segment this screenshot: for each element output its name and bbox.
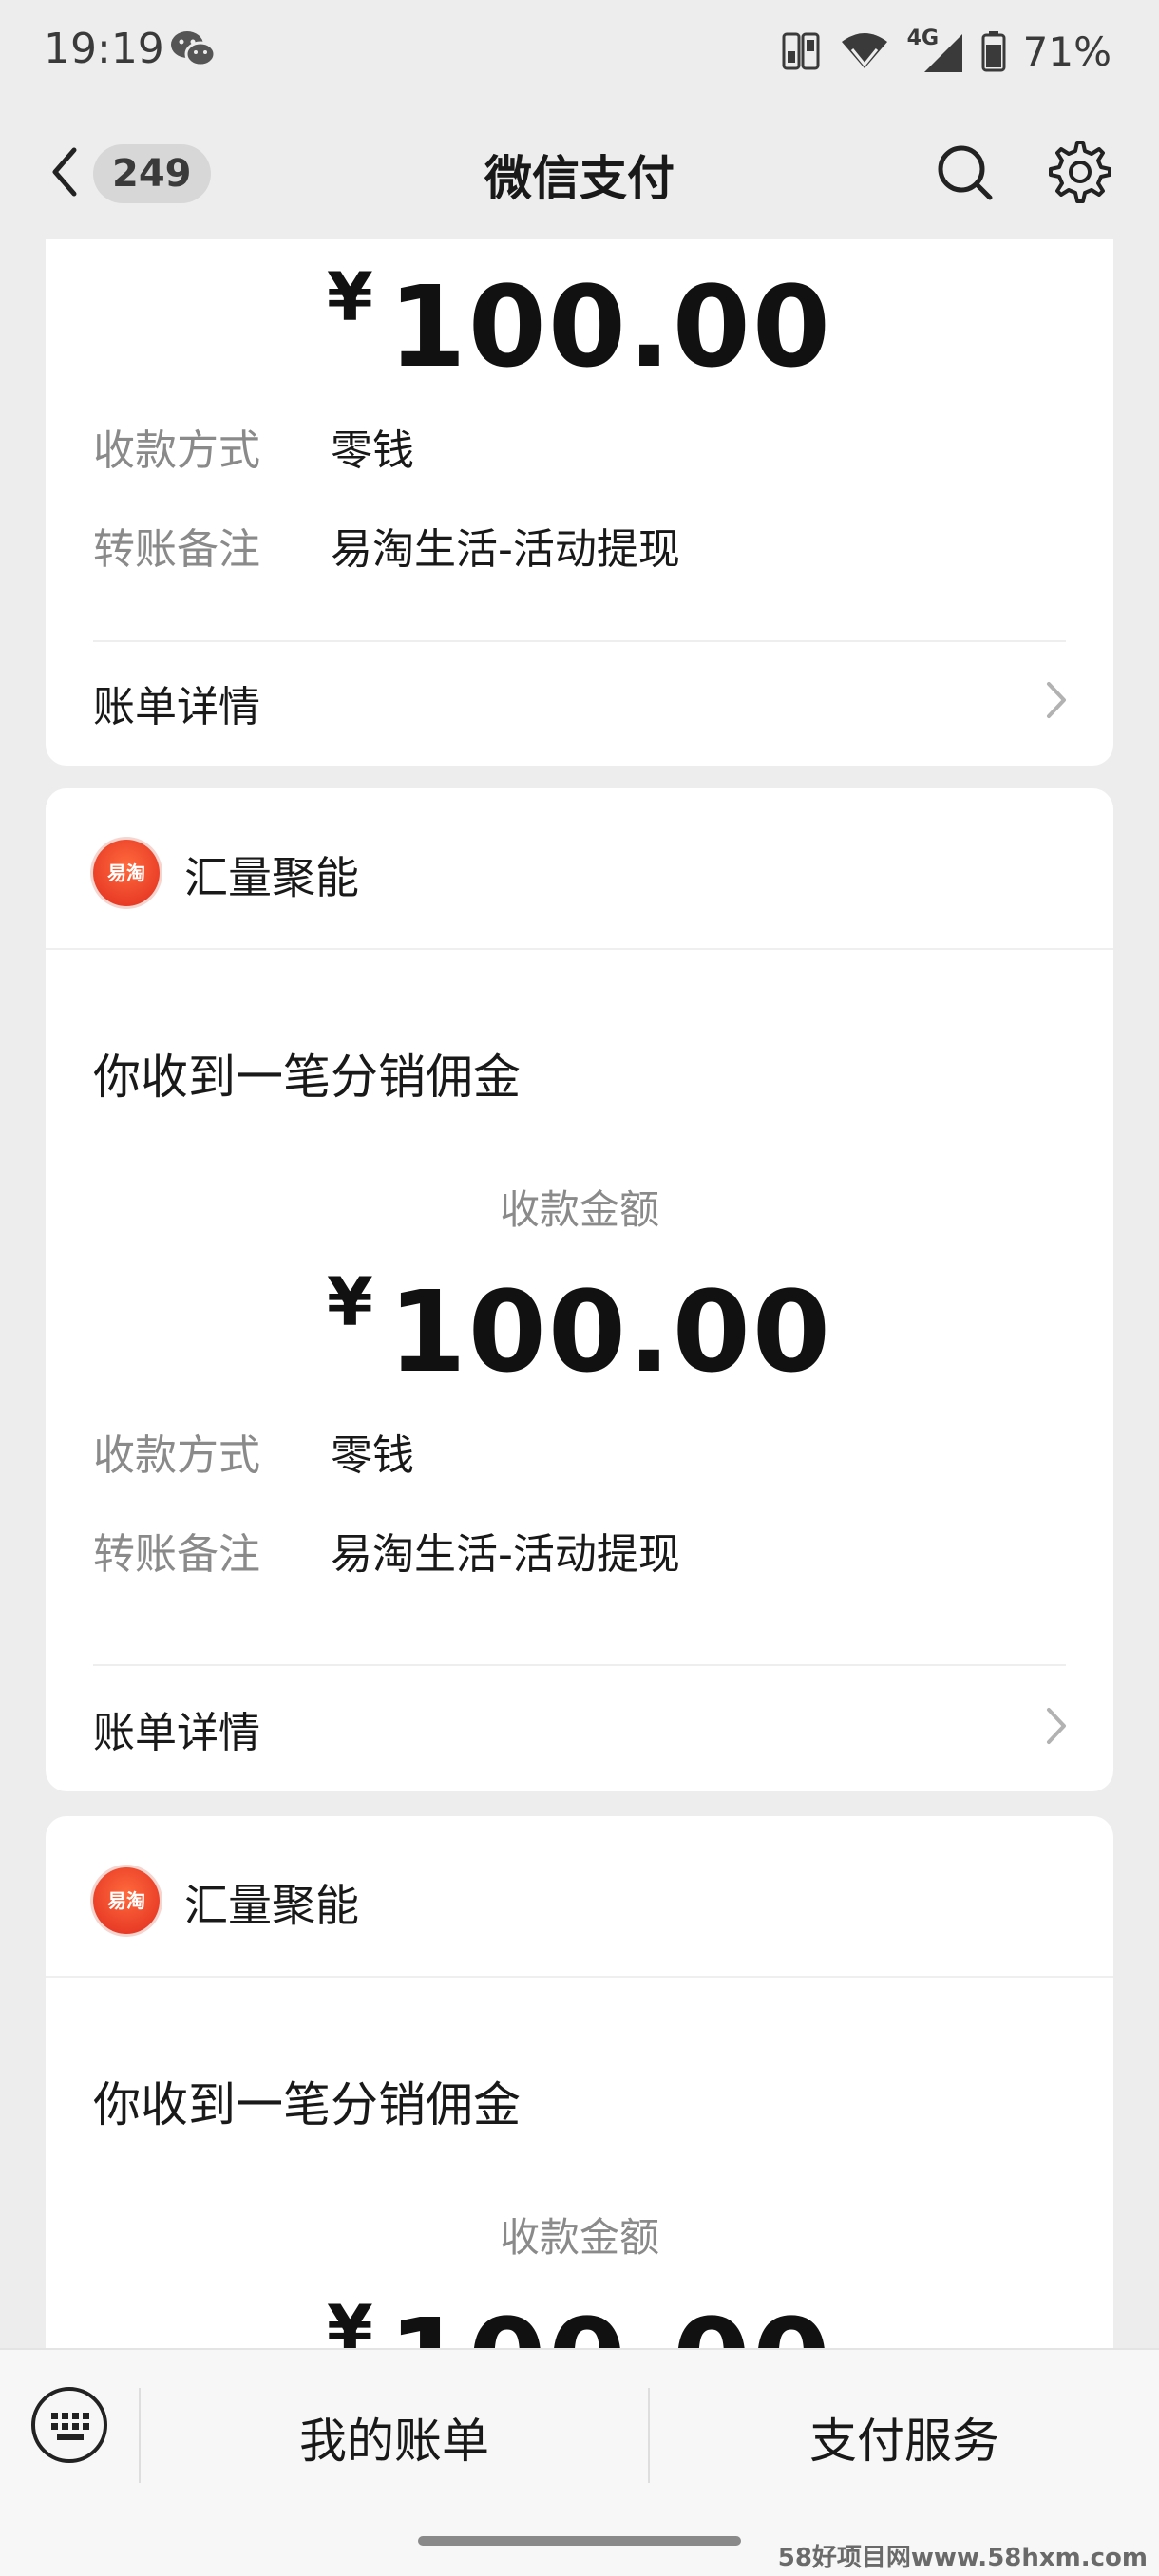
cellular-signal: 4G <box>907 27 964 74</box>
currency-symbol: ¥ <box>326 2291 373 2348</box>
nav-bar: 249 微信支付 <box>0 103 1159 239</box>
card-header[interactable]: 易淘 汇量聚能 <box>46 1816 1113 1978</box>
battery-percent: 71% <box>1022 28 1112 75</box>
method-label: 收款方式 <box>93 426 260 475</box>
pay-services-button[interactable]: 支付服务 <box>650 2403 1159 2472</box>
status-bar: 19:19 4G 71% <box>0 0 1159 103</box>
message-headline: 你收到一笔分销佣金 <box>93 2077 521 2132</box>
amount-value: 100.00 <box>388 261 833 392</box>
message-headline: 你收到一笔分销佣金 <box>93 1050 521 1105</box>
amount-value: 100.00 <box>388 1266 833 1397</box>
merchant-logo: 易淘 <box>93 840 160 906</box>
amount-label: 收款金额 <box>499 1186 659 1233</box>
search-icon[interactable] <box>931 139 999 207</box>
home-indicator[interactable] <box>418 2536 741 2546</box>
status-icons: 4G 71% <box>782 25 1112 78</box>
wechat-notification-icon <box>171 31 217 67</box>
amount: ¥100.00 <box>46 1263 1113 1397</box>
my-bills-button[interactable]: 我的账单 <box>141 2403 648 2472</box>
divider <box>93 640 1066 642</box>
keyboard-icon[interactable] <box>28 2384 110 2466</box>
method-label: 收款方式 <box>93 1431 260 1480</box>
merchant-name: 汇量聚能 <box>184 1880 359 1931</box>
merchant-logo: 易淘 <box>93 1867 160 1934</box>
chevron-right-icon[interactable] <box>1041 676 1070 724</box>
note-value: 易淘生活-活动提现 <box>331 525 680 574</box>
sim-icon <box>782 32 820 70</box>
watermark: 58好项目网www.58hxm.com <box>777 2544 1148 2572</box>
note-label: 转账备注 <box>93 1530 260 1579</box>
note-value: 易淘生活-活动提现 <box>331 1530 680 1579</box>
signal-icon <box>923 34 962 72</box>
payment-card: ¥100.00 收款方式 零钱 转账备注 易淘生活-活动提现 账单详情 <box>46 239 1113 766</box>
chevron-right-icon[interactable] <box>1041 1702 1070 1750</box>
currency-symbol: ¥ <box>326 258 373 336</box>
note-label: 转账备注 <box>93 525 260 574</box>
battery-icon <box>981 31 1006 72</box>
bill-details-link[interactable]: 账单详情 <box>93 672 260 733</box>
status-time: 19:19 <box>44 25 164 73</box>
amount: ¥100.00 <box>46 258 1113 392</box>
method-value: 零钱 <box>331 1431 414 1480</box>
merchant-name: 汇量聚能 <box>184 852 359 903</box>
bill-details-link[interactable]: 账单详情 <box>93 1698 260 1759</box>
amount-value: 100.00 <box>389 2294 832 2348</box>
wifi-icon <box>841 33 887 68</box>
gear-icon[interactable] <box>1045 137 1115 207</box>
amount: ¥100.00 <box>46 2291 1113 2348</box>
card-header[interactable]: 易淘 汇量聚能 <box>46 788 1113 950</box>
message-list[interactable]: ¥100.00 收款方式 零钱 转账备注 易淘生活-活动提现 账单详情 易淘 汇… <box>0 239 1159 2348</box>
payment-card: 易淘 汇量聚能 你收到一笔分销佣金 收款金额 ¥100.00 <box>46 1816 1113 2348</box>
currency-symbol: ¥ <box>326 1263 373 1341</box>
divider <box>93 1664 1066 1666</box>
payment-card: 易淘 汇量聚能 你收到一笔分销佣金 收款金额 ¥100.00 收款方式 零钱 转… <box>46 788 1113 1791</box>
method-value: 零钱 <box>331 426 414 475</box>
amount-label: 收款金额 <box>499 2214 659 2261</box>
